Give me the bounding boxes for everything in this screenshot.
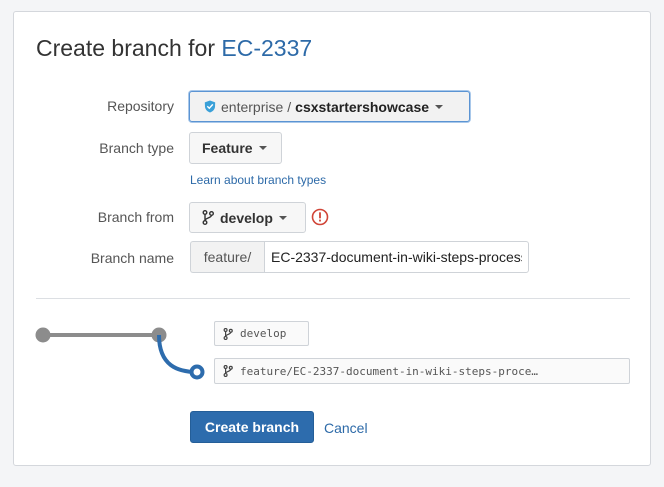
graph-new-branch-node <box>189 364 205 380</box>
branch-name-input[interactable] <box>264 241 529 273</box>
repository-name: csxstartershowcase <box>295 98 430 115</box>
learn-branch-types-link[interactable]: Learn about branch types <box>190 173 326 187</box>
source-branch-name: develop <box>240 327 287 340</box>
branch-icon <box>223 365 233 377</box>
branch-type-label: Branch type <box>99 140 174 156</box>
branch-name-label: Branch name <box>90 250 174 266</box>
repository-label: Repository <box>107 98 174 114</box>
chevron-down-icon <box>278 215 287 220</box>
repository-separator: / <box>287 98 292 115</box>
dialog-title: Create branch for EC-2337 <box>36 35 312 62</box>
branch-icon <box>223 327 233 340</box>
new-branch-name: feature/EC-2337-document-in-wiki-steps-p… <box>240 364 539 378</box>
branch-icon <box>202 210 214 225</box>
branch-from-select[interactable]: develop <box>189 202 306 233</box>
chevron-down-icon <box>435 104 444 109</box>
cancel-link[interactable]: Cancel <box>324 420 368 436</box>
divider <box>36 298 630 299</box>
issue-key-link[interactable]: EC-2337 <box>221 35 312 61</box>
warning-icon[interactable] <box>311 208 329 226</box>
branch-type-value: Feature <box>202 140 253 156</box>
title-prefix: Create branch for <box>36 35 215 61</box>
new-branch-chip: feature/EC-2337-document-in-wiki-steps-p… <box>214 358 630 384</box>
repository-project: enterprise <box>221 98 284 115</box>
shield-icon <box>204 100 216 113</box>
repository-select[interactable]: enterprise / csxstartershowcase <box>189 91 470 122</box>
branch-graph-diagram <box>35 327 205 380</box>
branch-name-prefix: feature/ <box>190 241 264 273</box>
create-branch-dialog: Create branch for EC-2337 Repository ent… <box>13 11 651 466</box>
branch-from-value: develop <box>220 209 273 226</box>
graph-commit-node <box>35 327 51 343</box>
branch-from-label: Branch from <box>97 209 174 225</box>
source-branch-chip: develop <box>214 321 309 346</box>
chevron-down-icon <box>258 146 267 150</box>
branch-type-select[interactable]: Feature <box>189 132 282 164</box>
create-branch-button[interactable]: Create branch <box>190 411 314 443</box>
